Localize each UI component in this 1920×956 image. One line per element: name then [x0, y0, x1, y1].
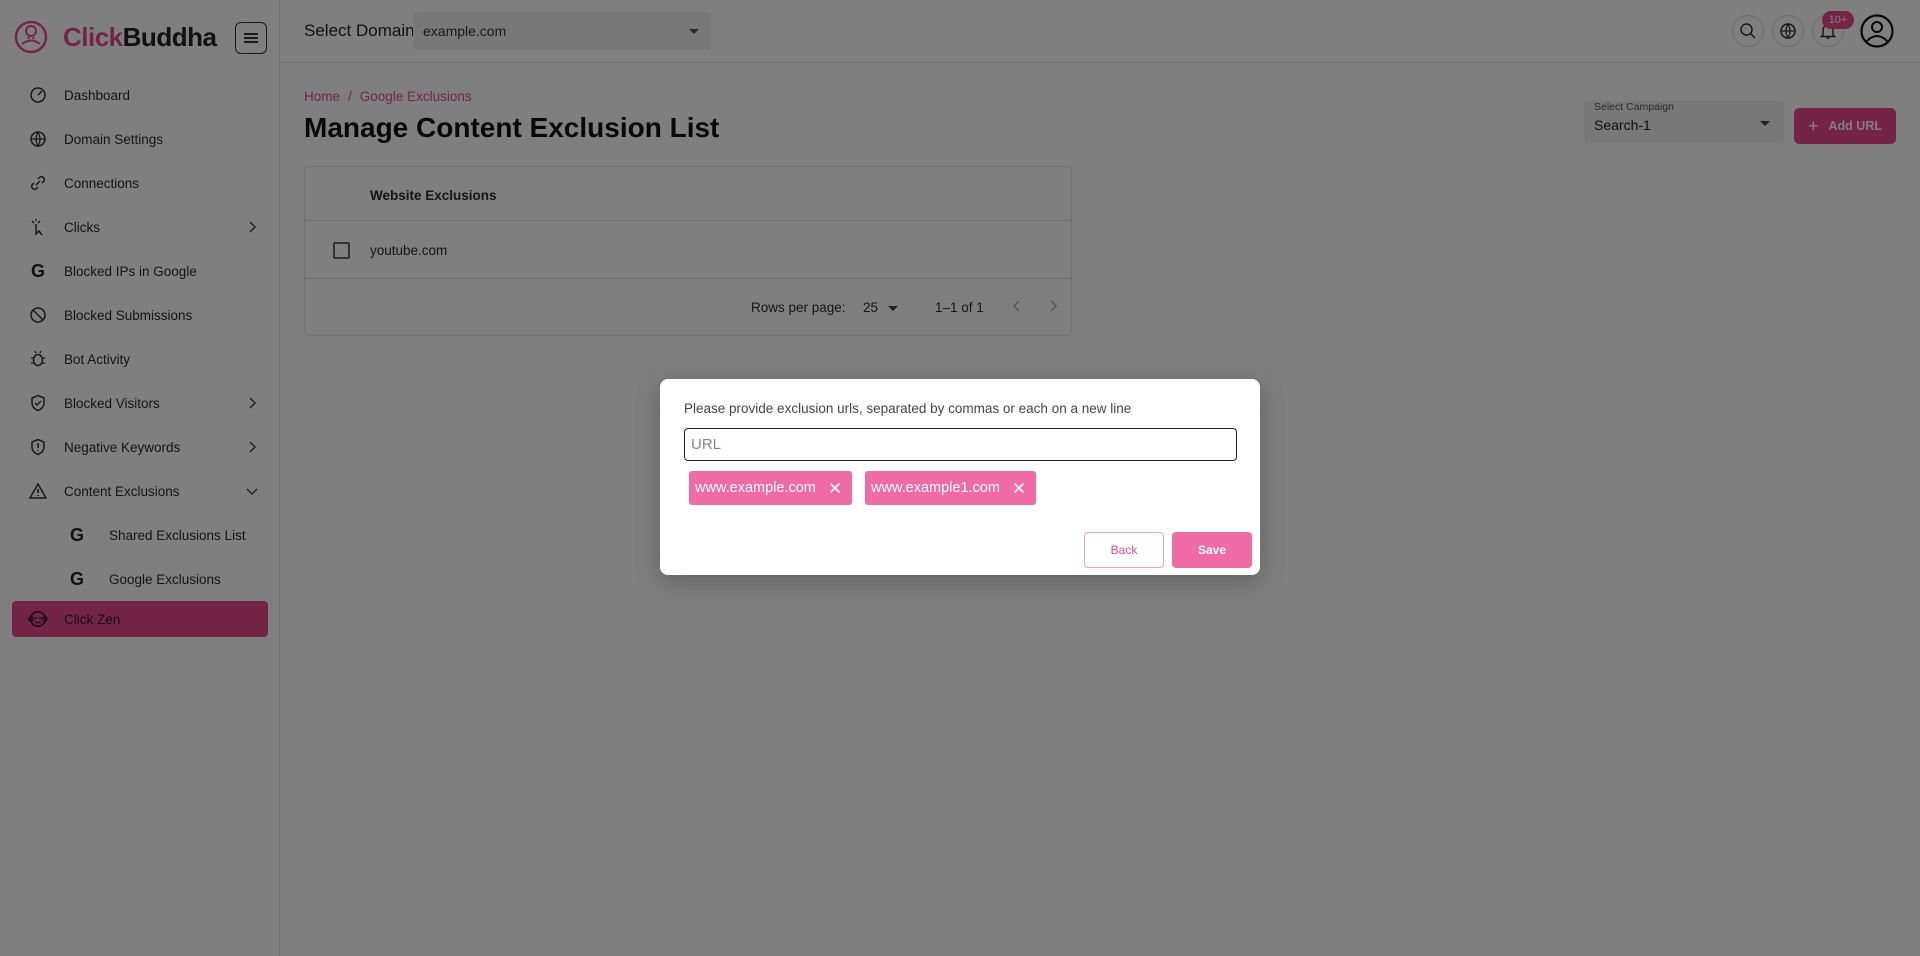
url-chip: www.example.com [689, 471, 852, 505]
chip-label: www.example1.com [871, 480, 1000, 496]
url-input[interactable] [684, 428, 1237, 461]
close-icon[interactable] [1008, 477, 1030, 499]
add-url-dialog: Please provide exclusion urls, separated… [660, 379, 1260, 575]
url-chip: www.example1.com [865, 471, 1036, 505]
dialog-message: Please provide exclusion urls, separated… [684, 401, 1132, 416]
back-button[interactable]: Back [1084, 532, 1164, 568]
close-icon[interactable] [824, 477, 846, 499]
save-button[interactable]: Save [1172, 532, 1252, 568]
chip-label: www.example.com [695, 480, 816, 496]
